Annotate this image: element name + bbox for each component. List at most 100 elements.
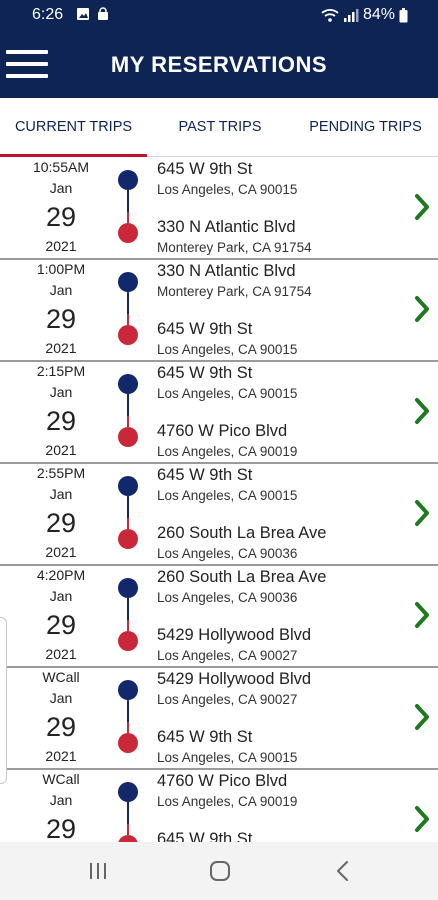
app-bar: MY RESERVATIONS: [0, 30, 438, 98]
pickup-dot-icon: [118, 680, 138, 700]
trip-month: Jan: [49, 690, 73, 706]
trip-row[interactable]: 10:55AM Jan 29 2021 645 W 9th St Los Ang…: [0, 157, 438, 260]
system-nav-bar: [0, 842, 438, 900]
trip-row[interactable]: WCall Jan 29 4760 W Pico Blvd Los Angele…: [0, 769, 438, 842]
recent-apps-icon[interactable]: [86, 859, 110, 883]
pickup-city: Los Angeles, CA 90015: [157, 386, 298, 401]
route-line: [127, 518, 129, 529]
pickup-city: Los Angeles, CA 90027: [157, 692, 298, 707]
trip-year: 2021: [45, 238, 77, 254]
edge-panel-handle[interactable]: [0, 617, 7, 784]
trip-day: 29: [45, 814, 77, 842]
chevron-right-icon[interactable]: [412, 193, 432, 221]
pickup-city: Los Angeles, CA 90015: [157, 182, 298, 197]
dropoff-address: 260 South La Brea Ave: [157, 524, 327, 542]
trip-day: 29: [45, 712, 77, 742]
chevron-right-icon[interactable]: [412, 397, 432, 425]
trip-time: 2:55PM: [36, 465, 86, 481]
route-line: [127, 824, 129, 835]
dropoff-city: Los Angeles, CA 90019: [157, 444, 298, 459]
dropoff-dot-icon: [118, 529, 138, 549]
dropoff-city: Los Angeles, CA 90015: [157, 342, 298, 357]
dropoff-dot-icon: [118, 427, 138, 447]
trip-row[interactable]: 1:00PM Jan 29 2021 330 N Atlantic Blvd M…: [0, 259, 438, 362]
signal-icon: [343, 9, 359, 22]
trip-year: 2021: [45, 442, 77, 458]
trip-month: Jan: [49, 180, 73, 196]
trip-month: Jan: [49, 282, 73, 298]
trip-row[interactable]: 2:15PM Jan 29 2021 645 W 9th St Los Ange…: [0, 361, 438, 464]
trip-day: 29: [45, 406, 77, 436]
trip-row[interactable]: WCall Jan 29 2021 5429 Hollywood Blvd Lo…: [0, 667, 438, 770]
route-line: [127, 620, 129, 631]
dropoff-city: Los Angeles, CA 90015: [157, 750, 298, 765]
status-bar: 6:26 84%: [0, 0, 438, 30]
trip-time: 4:20PM: [36, 567, 86, 583]
dropoff-address: 330 N Atlantic Blvd: [157, 218, 296, 236]
pickup-address: 4760 W Pico Blvd: [157, 772, 288, 790]
tab-past-trips[interactable]: PAST TRIPS: [147, 98, 293, 156]
trip-year: 2021: [45, 340, 77, 356]
pickup-dot-icon: [118, 578, 138, 598]
dropoff-dot-icon: [118, 835, 138, 842]
home-icon[interactable]: [208, 859, 232, 883]
pickup-address: 645 W 9th St: [157, 160, 253, 178]
trip-time: 1:00PM: [36, 261, 86, 277]
wifi-icon: [321, 9, 339, 22]
pickup-address: 645 W 9th St: [157, 364, 253, 382]
dropoff-dot-icon: [118, 325, 138, 345]
chevron-right-icon[interactable]: [412, 601, 432, 629]
battery-percent: 84%: [362, 6, 395, 23]
dropoff-address: 645 W 9th St: [157, 728, 253, 746]
pickup-address: 330 N Atlantic Blvd: [157, 262, 296, 280]
pickup-address: 5429 Hollywood Blvd: [157, 670, 312, 688]
trip-day: 29: [45, 304, 77, 334]
pickup-address: 260 South La Brea Ave: [157, 568, 327, 586]
dropoff-address: 645 W 9th St: [157, 320, 253, 338]
route-line: [127, 722, 129, 733]
route-line: [127, 416, 129, 427]
status-time: 6:26: [32, 6, 64, 23]
trip-month: Jan: [49, 792, 73, 808]
route-line: [127, 292, 129, 314]
trip-list[interactable]: 10:55AM Jan 29 2021 645 W 9th St Los Ang…: [0, 157, 438, 842]
pickup-dot-icon: [118, 272, 138, 292]
pickup-address: 645 W 9th St: [157, 466, 253, 484]
chevron-right-icon[interactable]: [412, 295, 432, 323]
route-line: [127, 212, 129, 223]
chevron-right-icon[interactable]: [412, 805, 432, 833]
trip-year: 2021: [45, 646, 77, 662]
pickup-dot-icon: [118, 782, 138, 802]
trip-day: 29: [45, 508, 77, 538]
dropoff-address: 4760 W Pico Blvd: [157, 422, 288, 440]
back-icon[interactable]: [331, 859, 355, 883]
trip-year: 2021: [45, 748, 77, 764]
dropoff-address: 5429 Hollywood Blvd: [157, 626, 312, 644]
tab-current-trips[interactable]: CURRENT TRIPS: [0, 98, 147, 156]
pickup-city: Los Angeles, CA 90019: [157, 794, 298, 809]
dropoff-dot-icon: [118, 733, 138, 753]
tab-pending-trips[interactable]: PENDING TRIPS: [293, 98, 438, 156]
route-line: [127, 598, 129, 620]
pickup-dot-icon: [118, 170, 138, 190]
pickup-dot-icon: [118, 374, 138, 394]
trip-time: WCall: [42, 771, 80, 787]
pickup-dot-icon: [118, 476, 138, 496]
trip-row[interactable]: 4:20PM Jan 29 2021 260 South La Brea Ave…: [0, 565, 438, 668]
route-line: [127, 190, 129, 212]
trip-year: 2021: [45, 544, 77, 560]
route-line: [127, 394, 129, 416]
trip-time: 10:55AM: [32, 159, 90, 175]
dropoff-city: Monterey Park, CA 91754: [157, 240, 312, 255]
battery-icon: [399, 7, 408, 22]
trip-month: Jan: [49, 588, 73, 604]
trip-time: 2:15PM: [36, 363, 86, 379]
trip-time: WCall: [42, 669, 80, 685]
chevron-right-icon[interactable]: [412, 499, 432, 527]
route-line: [127, 314, 129, 325]
trip-month: Jan: [49, 384, 73, 400]
trip-row[interactable]: 2:55PM Jan 29 2021 645 W 9th St Los Ange…: [0, 463, 438, 566]
dropoff-city: Los Angeles, CA 90036: [157, 546, 298, 561]
chevron-right-icon[interactable]: [412, 703, 432, 731]
image-icon: [77, 8, 89, 20]
